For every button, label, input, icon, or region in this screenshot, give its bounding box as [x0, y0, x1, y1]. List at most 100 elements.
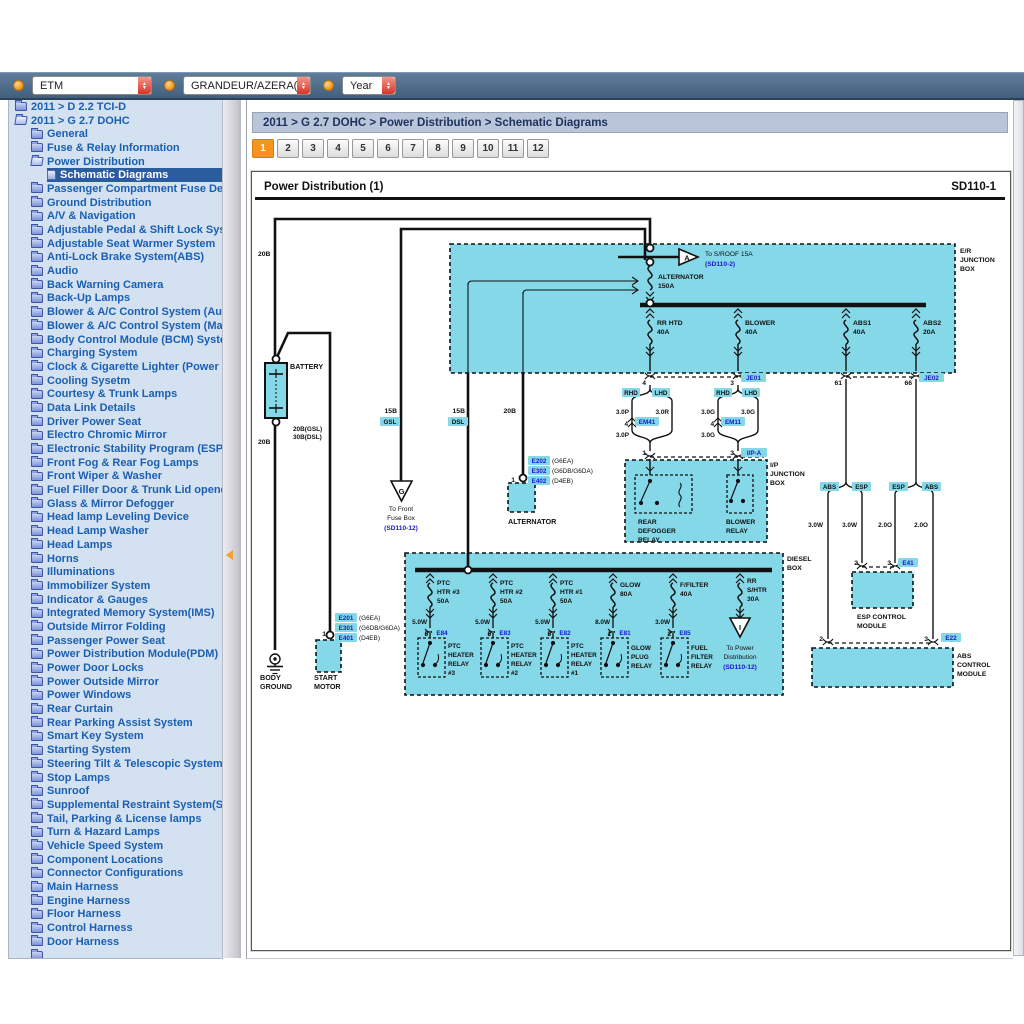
sidebar-item[interactable]: Smart Key System [9, 730, 223, 744]
connector-link[interactable]: E202 [532, 458, 547, 465]
connector-link[interactable]: E41 [902, 560, 914, 567]
sidebar-item[interactable]: Component Locations [9, 853, 223, 867]
sidebar-item[interactable]: Head lamp Leveling Device [9, 511, 223, 525]
sidebar-item[interactable]: Glass & Mirror Defogger [9, 497, 223, 511]
page-button-8[interactable]: 8 [427, 139, 449, 158]
sidebar-item[interactable]: Steering Tilt & Telescopic System [9, 757, 223, 771]
page-button-6[interactable]: 6 [377, 139, 399, 158]
sidebar-item[interactable]: Adjustable Seat Warmer System [9, 237, 223, 251]
connector-link[interactable]: E83 [499, 630, 511, 637]
vertical-scrollbar[interactable] [1013, 100, 1024, 956]
stepper-icon[interactable]: ▲▼ [382, 77, 395, 94]
sidebar-item[interactable]: Power Windows [9, 689, 223, 703]
diagram-link[interactable]: (SD110-12) [723, 664, 757, 671]
sidebar-item[interactable]: Main Harness [9, 880, 223, 894]
sidebar-item[interactable]: Vehicle Speed System [9, 839, 223, 853]
stepper-icon[interactable]: ▲▼ [138, 77, 151, 94]
page-button-3[interactable]: 3 [302, 139, 324, 158]
sidebar-item[interactable]: Front Fog & Rear Fog Lamps [9, 456, 223, 470]
sidebar-item[interactable]: Floor Harness [9, 908, 223, 922]
sidebar-item[interactable]: Passenger Compartment Fuse Details [9, 182, 223, 196]
sidebar-item[interactable]: Blower & A/C Control System (Auto) [9, 305, 223, 319]
page-button-12[interactable]: 12 [527, 139, 549, 158]
sidebar-item[interactable]: Body Control Module (BCM) System [9, 333, 223, 347]
vehicle-select[interactable]: GRANDEUR/AZERA(TG) ▲▼ [183, 76, 311, 95]
connector-link[interactable]: E401 [339, 635, 354, 642]
sidebar-item[interactable]: Blower & A/C Control System (Manual) [9, 319, 223, 333]
sidebar-item[interactable]: Power Outside Mirror [9, 675, 223, 689]
stepper-icon[interactable]: ▲▼ [297, 77, 310, 94]
page-button-7[interactable]: 7 [402, 139, 424, 158]
connector-link[interactable]: EM41 [639, 419, 656, 426]
sidebar-item[interactable]: 2011 > D 2.2 TCI-D [9, 100, 223, 114]
connector-link[interactable]: JE02 [924, 375, 939, 382]
sidebar-item[interactable]: Illuminations [9, 565, 223, 579]
diagram-link[interactable]: (SD110-12) [384, 525, 418, 532]
diagram-link[interactable]: (SD110-2) [705, 261, 735, 268]
sidebar-item[interactable]: Power Distribution Module(PDM) [9, 648, 223, 662]
sidebar-item[interactable]: Power Door Locks [9, 661, 223, 675]
page-button-1[interactable]: 1 [252, 139, 274, 158]
sidebar-item[interactable]: Fuel Filler Door & Trunk Lid opener [9, 483, 223, 497]
connector-link[interactable]: E402 [532, 478, 547, 485]
sidebar-item[interactable]: Adjustable Pedal & Shift Lock System [9, 223, 223, 237]
sidebar-item[interactable]: Driver Power Seat [9, 415, 223, 429]
year-select[interactable]: Year ▲▼ [342, 76, 396, 95]
sidebar-splitter[interactable] [222, 100, 241, 958]
page-button-10[interactable]: 10 [477, 139, 499, 158]
sidebar-item[interactable]: Engine Harness [9, 894, 223, 908]
sidebar-item[interactable]: Turn & Hazard Lamps [9, 825, 223, 839]
page-button-4[interactable]: 4 [327, 139, 349, 158]
sidebar-item[interactable]: General [9, 127, 223, 141]
sidebar-item[interactable]: Horns [9, 552, 223, 566]
sidebar-item[interactable]: Back-Up Lamps [9, 292, 223, 306]
sidebar-item[interactable]: Clock & Cigarette Lighter (Power Outle [9, 360, 223, 374]
sidebar-item[interactable]: Passenger Power Seat [9, 634, 223, 648]
sidebar-item[interactable]: Head Lamp Washer [9, 524, 223, 538]
sidebar-item[interactable]: Stop Lamps [9, 771, 223, 785]
sidebar-item[interactable]: Control Harness [9, 921, 223, 935]
sidebar-item[interactable]: Supplemental Restraint System(SRS) [9, 798, 223, 812]
sidebar-item[interactable]: Audio [9, 264, 223, 278]
sidebar-item[interactable]: Sunroof [9, 784, 223, 798]
connector-link[interactable]: E201 [339, 615, 354, 622]
sidebar-item[interactable]: Integrated Memory System(IMS) [9, 606, 223, 620]
sidebar-item[interactable]: Charging System [9, 346, 223, 360]
sidebar-item[interactable]: Head Lamps [9, 538, 223, 552]
sidebar-item[interactable]: Indicator & Gauges [9, 593, 223, 607]
connector-link[interactable]: I/P-A [747, 450, 762, 457]
connector-link[interactable]: E84 [436, 630, 448, 637]
sidebar-item[interactable]: Power Distribution [9, 155, 223, 169]
connector-link[interactable]: EM11 [725, 419, 742, 426]
sidebar-item[interactable]: Immobilizer System [9, 579, 223, 593]
connector-link[interactable]: E302 [532, 468, 547, 475]
sidebar-item[interactable]: Courtesy & Trunk Lamps [9, 387, 223, 401]
sidebar-item[interactable]: Front Wiper & Washer [9, 470, 223, 484]
sidebar-item[interactable]: Connector Configurations [9, 867, 223, 881]
sidebar-item[interactable]: Schematic Diagrams [9, 168, 223, 182]
connector-link[interactable]: E85 [679, 630, 691, 637]
page-button-2[interactable]: 2 [277, 139, 299, 158]
sidebar-item[interactable]: Door Harness [9, 935, 223, 949]
sidebar-item[interactable]: Back Warning Camera [9, 278, 223, 292]
sidebar-item[interactable]: Rear Parking Assist System [9, 716, 223, 730]
sidebar-item[interactable]: Anti-Lock Brake System(ABS) [9, 251, 223, 265]
sidebar-item[interactable]: A/V & Navigation [9, 210, 223, 224]
sidebar-item[interactable]: Electro Chromic Mirror [9, 429, 223, 443]
connector-link[interactable]: E301 [339, 625, 354, 632]
connector-link[interactable]: E81 [619, 630, 631, 637]
collapse-sidebar-icon[interactable] [226, 550, 233, 560]
sidebar-item[interactable]: Tail, Parking & License lamps [9, 812, 223, 826]
connector-link[interactable]: E22 [945, 635, 957, 642]
sidebar-item[interactable]: 2011 > G 2.7 DOHC [9, 114, 223, 128]
page-button-9[interactable]: 9 [452, 139, 474, 158]
sidebar-item[interactable]: Starting System [9, 743, 223, 757]
sidebar-item[interactable]: Electronic Stability Program (ESP)Syst [9, 442, 223, 456]
connector-link[interactable]: JE01 [746, 375, 761, 382]
connector-link[interactable]: E82 [559, 630, 571, 637]
page-button-5[interactable]: 5 [352, 139, 374, 158]
sidebar-item[interactable]: Cooling Sysetm [9, 374, 223, 388]
sidebar-item[interactable]: Ground Distribution [9, 196, 223, 210]
sidebar-item[interactable]: Rear Curtain [9, 702, 223, 716]
sidebar-item[interactable]: Data Link Details [9, 401, 223, 415]
